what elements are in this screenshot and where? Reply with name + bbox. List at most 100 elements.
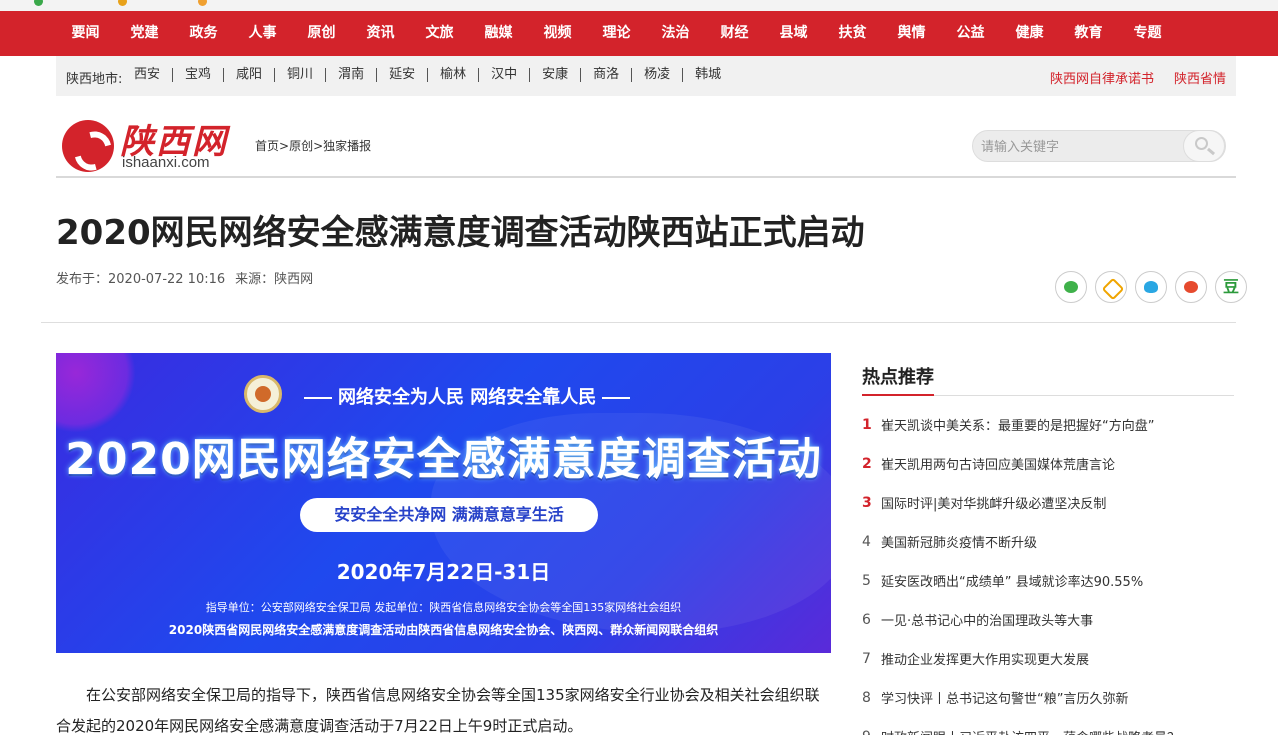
city-link[interactable]: 渭南	[325, 68, 376, 82]
nav-item[interactable]: 扶贫	[823, 11, 882, 56]
publish-time: 发布于：2020-07-22 10:16	[56, 272, 226, 287]
nav-item[interactable]: 健康	[1000, 11, 1059, 56]
nav-item[interactable]: 教育	[1059, 11, 1118, 56]
content-divider	[41, 322, 1236, 323]
nav-item[interactable]: 文旅	[410, 11, 469, 56]
search-icon-handle	[1206, 147, 1216, 156]
hot-item-title[interactable]: 一见·总书记心中的治国理政头等大事	[881, 610, 1093, 629]
article-banner-image: 网络安全为人民 网络安全靠人民 2020网民网络安全感满意度调查活动 安安全全共…	[56, 353, 831, 653]
city-link[interactable]: 杨凌	[631, 68, 682, 82]
nav-item[interactable]: 人事	[233, 11, 292, 56]
nav-item[interactable]: 县域	[764, 11, 823, 56]
hot-item[interactable]: 7 推动企业发挥更大作用实现更大发展	[862, 639, 1234, 678]
breadcrumb: 首页>原创>独家播报	[255, 137, 371, 154]
hot-item-title[interactable]: 崔天凯用两句古诗回应美国媒体荒唐言论	[881, 454, 1115, 473]
nav-item[interactable]: 舆情	[882, 11, 941, 56]
city-link[interactable]: 西安	[134, 68, 172, 82]
city-link[interactable]: 汉中	[478, 68, 529, 82]
nav-item[interactable]: 要闻	[56, 11, 115, 56]
breadcrumb-section[interactable]: 原创	[289, 139, 313, 153]
nav-item[interactable]: 党建	[115, 11, 174, 56]
nav-item[interactable]: 财经	[705, 11, 764, 56]
sidebar-header: 热点推荐	[862, 353, 1234, 396]
hot-item-title[interactable]: 时政新闻眼丨习近平赴访四平，蕴含哪些战略考量？	[881, 727, 1180, 735]
citybar-right-links: 陕西网自律承诺书 陕西省情	[1050, 68, 1226, 87]
site-logo[interactable]: 陕西网 ishaanxi.com	[62, 118, 248, 176]
rank-number: 5	[862, 572, 871, 589]
favicon-icon	[198, 0, 207, 6]
hot-item-title[interactable]: 学习快评丨总书记这句警世“粮”言历久弥新	[881, 688, 1128, 707]
banner-units: 指导单位：公安部网络安全保卫局 发起单位：陕西省信息网络安全协会等全国135家网…	[205, 601, 682, 614]
nav-item[interactable]: 资讯	[351, 11, 410, 56]
city-bar-label: 陕西地市:	[66, 72, 123, 87]
nav-item[interactable]: 政务	[174, 11, 233, 56]
hot-item-title[interactable]: 国际时评|美对华挑衅升级必遭坚决反制	[881, 493, 1106, 512]
city-link[interactable]: 韩城	[682, 68, 733, 82]
article-meta: 发布于：2020-07-22 10:16 来源：陕西网	[56, 268, 323, 287]
logo-mark-icon	[62, 120, 114, 172]
search-input[interactable]	[981, 137, 1181, 157]
rank-number: 4	[862, 533, 871, 550]
hot-item[interactable]: 1 崔天凯谈中美关系：最重要的是把握好“方向盘”	[862, 405, 1234, 444]
hot-item[interactable]: 8 学习快评丨总书记这句警世“粮”言历久弥新	[862, 678, 1234, 717]
banner-organizers: 2020陕西省网民网络安全感满意度调查活动由陕西省信息网络安全协会、陕西网、群众…	[168, 623, 719, 637]
banner-decoration	[56, 353, 136, 433]
hot-item-title[interactable]: 推动企业发挥更大作用实现更大发展	[881, 649, 1089, 668]
hot-item-title[interactable]: 崔天凯谈中美关系：最重要的是把握好“方向盘”	[881, 415, 1154, 434]
banner-headline: 2020网民网络安全感满意度调查活动	[65, 434, 822, 485]
qq-share-icon[interactable]	[1135, 271, 1167, 303]
nav-item[interactable]: 专题	[1118, 11, 1177, 56]
top-strip	[0, 0, 1278, 11]
city-link[interactable]: 宝鸡	[172, 68, 223, 82]
article-source: 来源：陕西网	[235, 272, 314, 287]
hot-item[interactable]: 4 美国新冠肺炎疫情不断升级	[862, 522, 1234, 561]
article-paragraph: 在公安部网络安全保卫局的指导下，陕西省信息网络安全协会等全国135家网络安全行业…	[56, 686, 820, 735]
article-title: 2020网民网络安全感满意度调查活动陕西站正式启动	[56, 213, 865, 253]
hot-item[interactable]: 2 崔天凯用两句古诗回应美国媒体荒唐言论	[862, 444, 1234, 483]
rank-number: 2	[862, 455, 872, 472]
nav-item[interactable]: 视频	[528, 11, 587, 56]
hot-item-title[interactable]: 延安医改晒出“成绩单” 县域就诊率达90.55%	[881, 571, 1143, 590]
hot-item[interactable]: 9时政新闻眼丨习近平赴访四平，蕴含哪些战略考量？	[862, 717, 1234, 735]
city-link[interactable]: 榆林	[427, 68, 478, 82]
police-emblem-icon	[244, 375, 282, 413]
rank-number: 6	[862, 611, 871, 628]
city-link[interactable]: 咸阳	[223, 68, 274, 82]
rank-number: 8	[862, 689, 871, 706]
hot-item[interactable]: 6 一见·总书记心中的治国理政头等大事	[862, 600, 1234, 639]
city-link[interactable]: 商洛	[580, 68, 631, 82]
hot-item[interactable]: 3 国际时评|美对华挑衅升级必遭坚决反制	[862, 483, 1234, 522]
hot-item[interactable]: 5 延安医改晒出“成绩单” 县域就诊率达90.55%	[862, 561, 1234, 600]
city-link[interactable]: 安康	[529, 68, 580, 82]
search-box	[972, 130, 1226, 162]
nav-item[interactable]: 原创	[292, 11, 351, 56]
city-link[interactable]: 铜川	[274, 68, 325, 82]
banner-slogan: 网络安全为人民 网络安全靠人民	[304, 383, 630, 409]
rank-number: 3	[862, 494, 872, 511]
favicon-icon	[34, 0, 43, 6]
douban-share-icon[interactable]: 豆	[1215, 271, 1247, 303]
weibo-share-icon[interactable]	[1175, 271, 1207, 303]
nav-item[interactable]: 公益	[941, 11, 1000, 56]
search-icon	[1195, 137, 1208, 150]
header-divider	[56, 176, 1236, 178]
breadcrumb-separator: >	[279, 139, 290, 153]
breadcrumb-current[interactable]: 独家播报	[323, 139, 371, 153]
banner-date: 2020年7月22日-31日	[336, 560, 551, 584]
nav-item[interactable]: 理论	[587, 11, 646, 56]
rank-number: 9	[862, 729, 881, 735]
breadcrumb-home[interactable]: 首页	[255, 139, 279, 153]
main-nav: 要闻 党建 政务 人事 原创 资讯 文旅 融媒 视频 理论 法治 财经 县域 扶…	[0, 11, 1278, 56]
rank-number: 7	[862, 650, 871, 667]
search-button[interactable]	[1183, 130, 1225, 162]
hot-item-title[interactable]: 美国新冠肺炎疫情不断升级	[881, 532, 1037, 551]
city-link[interactable]: 延安	[376, 68, 427, 82]
nav-item[interactable]: 法治	[646, 11, 705, 56]
wechat-share-icon[interactable]	[1055, 271, 1087, 303]
banner-pill: 安安全全共净网 满满意意享生活	[300, 498, 598, 532]
pledge-link[interactable]: 陕西网自律承诺书	[1050, 68, 1154, 87]
qzone-share-icon[interactable]	[1095, 271, 1127, 303]
sidebar-title-underline	[862, 394, 934, 396]
province-info-link[interactable]: 陕西省情	[1174, 68, 1226, 87]
nav-item[interactable]: 融媒	[469, 11, 528, 56]
